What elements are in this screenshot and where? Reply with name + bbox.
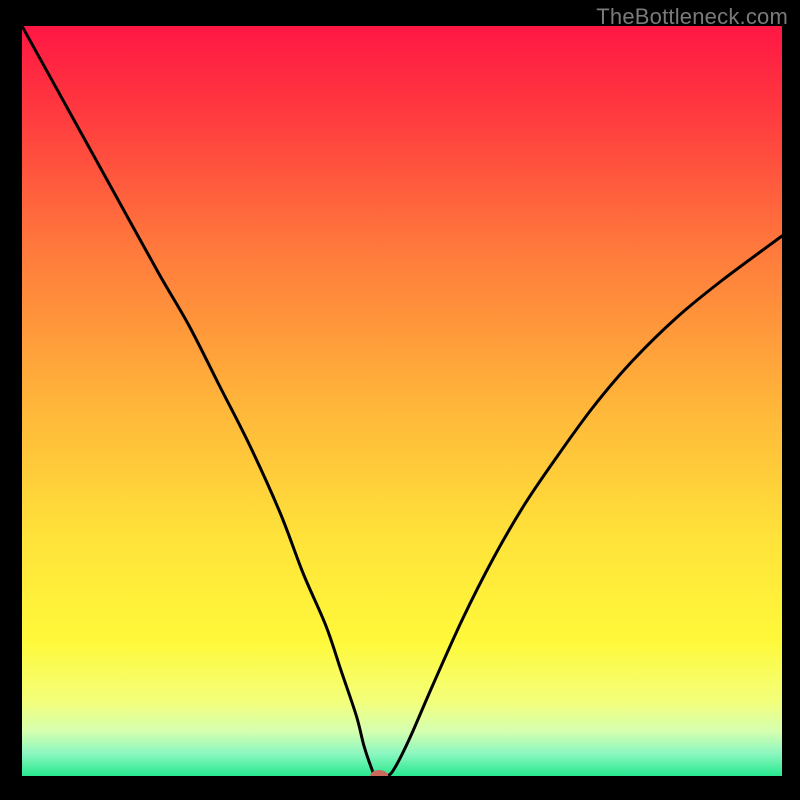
plot-svg <box>22 26 782 776</box>
watermark-text: TheBottleneck.com <box>596 4 788 30</box>
gradient-background <box>22 26 782 776</box>
plot-area <box>22 26 782 776</box>
chart-frame: TheBottleneck.com <box>0 0 800 800</box>
